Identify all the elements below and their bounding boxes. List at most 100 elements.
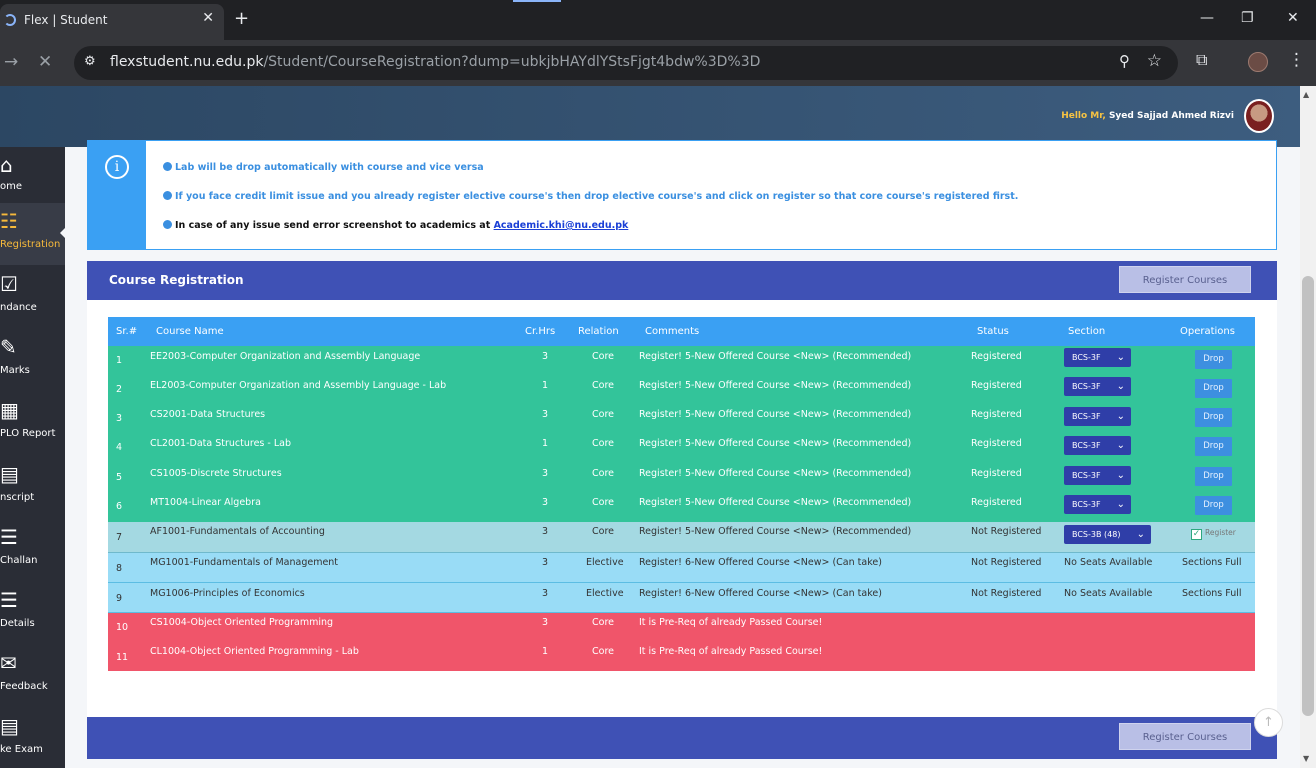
- report-icon: ▦: [0, 398, 19, 422]
- new-tab-button[interactable]: +: [234, 8, 249, 29]
- info-icon: i: [105, 155, 129, 179]
- drop-button[interactable]: Drop: [1195, 379, 1232, 398]
- address-bar[interactable]: ⚙ flexstudent.nu.edu.pk/Student/CourseRe…: [74, 46, 1178, 80]
- register-courses-button[interactable]: Register Courses: [1119, 266, 1251, 293]
- register-checkbox-label: Register: [1205, 528, 1236, 537]
- drop-button[interactable]: Drop: [1195, 408, 1232, 427]
- comment-cell: Register! 5-New Offered Course <New> (Re…: [639, 438, 912, 449]
- relation-cell: Core: [592, 380, 614, 391]
- url-text[interactable]: flexstudent.nu.edu.pk/Student/CourseRegi…: [110, 54, 760, 70]
- chevron-down-icon: ⌄: [1116, 499, 1125, 510]
- comment-cell: Register! 6-New Offered Course <New> (Ca…: [639, 588, 882, 599]
- extensions-icon[interactable]: ⧉: [1196, 50, 1207, 70]
- status-cell: Registered: [971, 468, 1022, 479]
- course-name-cell: EL2003-Computer Organization and Assembl…: [150, 380, 447, 391]
- transcript-icon: ▤: [0, 462, 19, 486]
- stop-loading-icon[interactable]: ✕: [38, 52, 52, 72]
- page-scrollbar[interactable]: ▲ ▼: [1300, 86, 1316, 768]
- sidebar-item-feedback[interactable]: ✉ Feedback: [0, 645, 65, 707]
- sidebar-item-label: ndance: [0, 302, 37, 313]
- section-select[interactable]: BCS-3F ⌄: [1064, 407, 1131, 426]
- sr-cell: 1: [116, 355, 123, 366]
- browser-toolbar: → ✕ ⚙ flexstudent.nu.edu.pk/Student/Cour…: [0, 40, 1316, 86]
- scroll-up-icon[interactable]: ▲: [1303, 90, 1309, 99]
- section-select[interactable]: BCS-3F ⌄: [1064, 466, 1131, 485]
- relation-cell: Core: [592, 438, 614, 449]
- forward-icon[interactable]: →: [4, 52, 18, 72]
- sr-cell: 7: [116, 532, 123, 543]
- table-row: 2 EL2003-Computer Organization and Assem…: [108, 375, 1255, 404]
- tab-close-icon[interactable]: ✕: [202, 10, 214, 26]
- section-select[interactable]: BCS-3F ⌄: [1064, 495, 1131, 514]
- scrollbar-thumb[interactable]: [1302, 276, 1314, 716]
- profile-avatar[interactable]: [1248, 52, 1268, 72]
- course-name-cell: MG1006-Principles of Economics: [150, 588, 305, 599]
- close-window-button[interactable]: ✕: [1287, 10, 1299, 26]
- register-courses-button-bottom[interactable]: Register Courses: [1119, 723, 1251, 750]
- course-name-cell: MT1004-Linear Algebra: [150, 497, 261, 508]
- page-title: Course Registration: [109, 273, 244, 287]
- sidebar-item-details[interactable]: ☰ Details: [0, 582, 65, 644]
- sidebar-item-label: Feedback: [0, 681, 48, 692]
- crhrs-cell: 1: [542, 380, 549, 391]
- scroll-down-icon[interactable]: ▼: [1303, 754, 1309, 763]
- zoom-icon[interactable]: ⚲: [1119, 52, 1130, 70]
- sidebar-item-exam[interactable]: ▤ ke Exam: [0, 708, 65, 768]
- chevron-down-icon: ⌄: [1116, 411, 1125, 422]
- sidebar-item-home[interactable]: ⌂ ome: [0, 147, 65, 209]
- comment-cell: Register! 5-New Offered Course <New> (Re…: [639, 351, 912, 362]
- relation-cell: Elective: [586, 588, 624, 599]
- drop-button[interactable]: Drop: [1195, 350, 1232, 369]
- marks-icon: ✎: [0, 335, 17, 359]
- section-select[interactable]: BCS-3F ⌄: [1064, 436, 1131, 455]
- site-settings-icon[interactable]: ⚙: [84, 54, 96, 69]
- relation-cell: Core: [592, 646, 614, 657]
- user-avatar[interactable]: [1244, 99, 1274, 133]
- sidebar-item-label: Challan: [0, 555, 38, 566]
- browser-menu-icon[interactable]: ⋮: [1288, 50, 1305, 70]
- section-select[interactable]: BCS-3B (48) ⌄: [1064, 525, 1151, 544]
- course-name-cell: CL2001-Data Structures - Lab: [150, 438, 291, 449]
- register-checkbox[interactable]: ✓: [1191, 529, 1202, 540]
- sidebar-item-registration[interactable]: ☷ Registration: [0, 203, 66, 265]
- loading-spinner-icon: [4, 14, 16, 26]
- exam-icon: ▤: [0, 714, 19, 738]
- sidebar-item-label: Details: [0, 618, 35, 629]
- sr-cell: 8: [116, 563, 123, 574]
- scroll-to-top-button[interactable]: ↑: [1254, 708, 1283, 737]
- sidebar-item-label: ke Exam: [0, 744, 43, 755]
- section-select[interactable]: BCS-3F ⌄: [1064, 377, 1131, 396]
- sr-cell: 11: [116, 652, 129, 663]
- sidebar-item-plo-report[interactable]: ▦ PLO Report: [0, 392, 65, 454]
- browser-tab[interactable]: Flex | Student ✕: [0, 4, 224, 40]
- bookmark-star-icon[interactable]: ☆: [1147, 51, 1162, 71]
- col-header: Operations: [1180, 326, 1235, 337]
- sidebar-item-attendance[interactable]: ☑ ndance: [0, 266, 65, 328]
- comment-cell: Register! 5-New Offered Course <New> (Re…: [639, 468, 912, 479]
- drop-button[interactable]: Drop: [1195, 467, 1232, 486]
- sidebar-item-transcript[interactable]: ▤ nscript: [0, 456, 65, 518]
- section-select[interactable]: BCS-3F ⌄: [1064, 348, 1131, 367]
- status-cell: Registered: [971, 438, 1022, 449]
- academics-email-link[interactable]: Academic.khi@nu.edu.pk: [494, 220, 629, 231]
- info-notice: i Lab will be drop automatically with co…: [87, 140, 1277, 250]
- page-content: Hello Mr, Syed Sajjad Ahmed Rizvi ⌂ ome …: [0, 86, 1300, 768]
- sidebar-item-challan[interactable]: ☰ Challan: [0, 519, 65, 581]
- maximize-button[interactable]: ❐: [1241, 10, 1254, 26]
- notice-line: If you face credit limit issue and you a…: [163, 191, 1018, 202]
- minimize-button[interactable]: —: [1200, 10, 1214, 26]
- crhrs-cell: 3: [542, 557, 549, 568]
- col-header: Status: [977, 326, 1009, 337]
- tab-indicator: [513, 0, 561, 2]
- status-cell: Registered: [971, 497, 1022, 508]
- details-icon: ☰: [0, 588, 18, 612]
- drop-button[interactable]: Drop: [1195, 437, 1232, 456]
- sidebar-item-marks[interactable]: ✎ Marks: [0, 329, 65, 391]
- comment-cell: Register! 5-New Offered Course <New> (Re…: [639, 380, 912, 391]
- drop-button[interactable]: Drop: [1195, 496, 1232, 515]
- relation-cell: Core: [592, 351, 614, 362]
- crhrs-cell: 1: [542, 646, 549, 657]
- sr-cell: 2: [116, 384, 123, 395]
- status-cell: Not Registered: [971, 588, 1042, 599]
- sr-cell: 9: [116, 593, 123, 604]
